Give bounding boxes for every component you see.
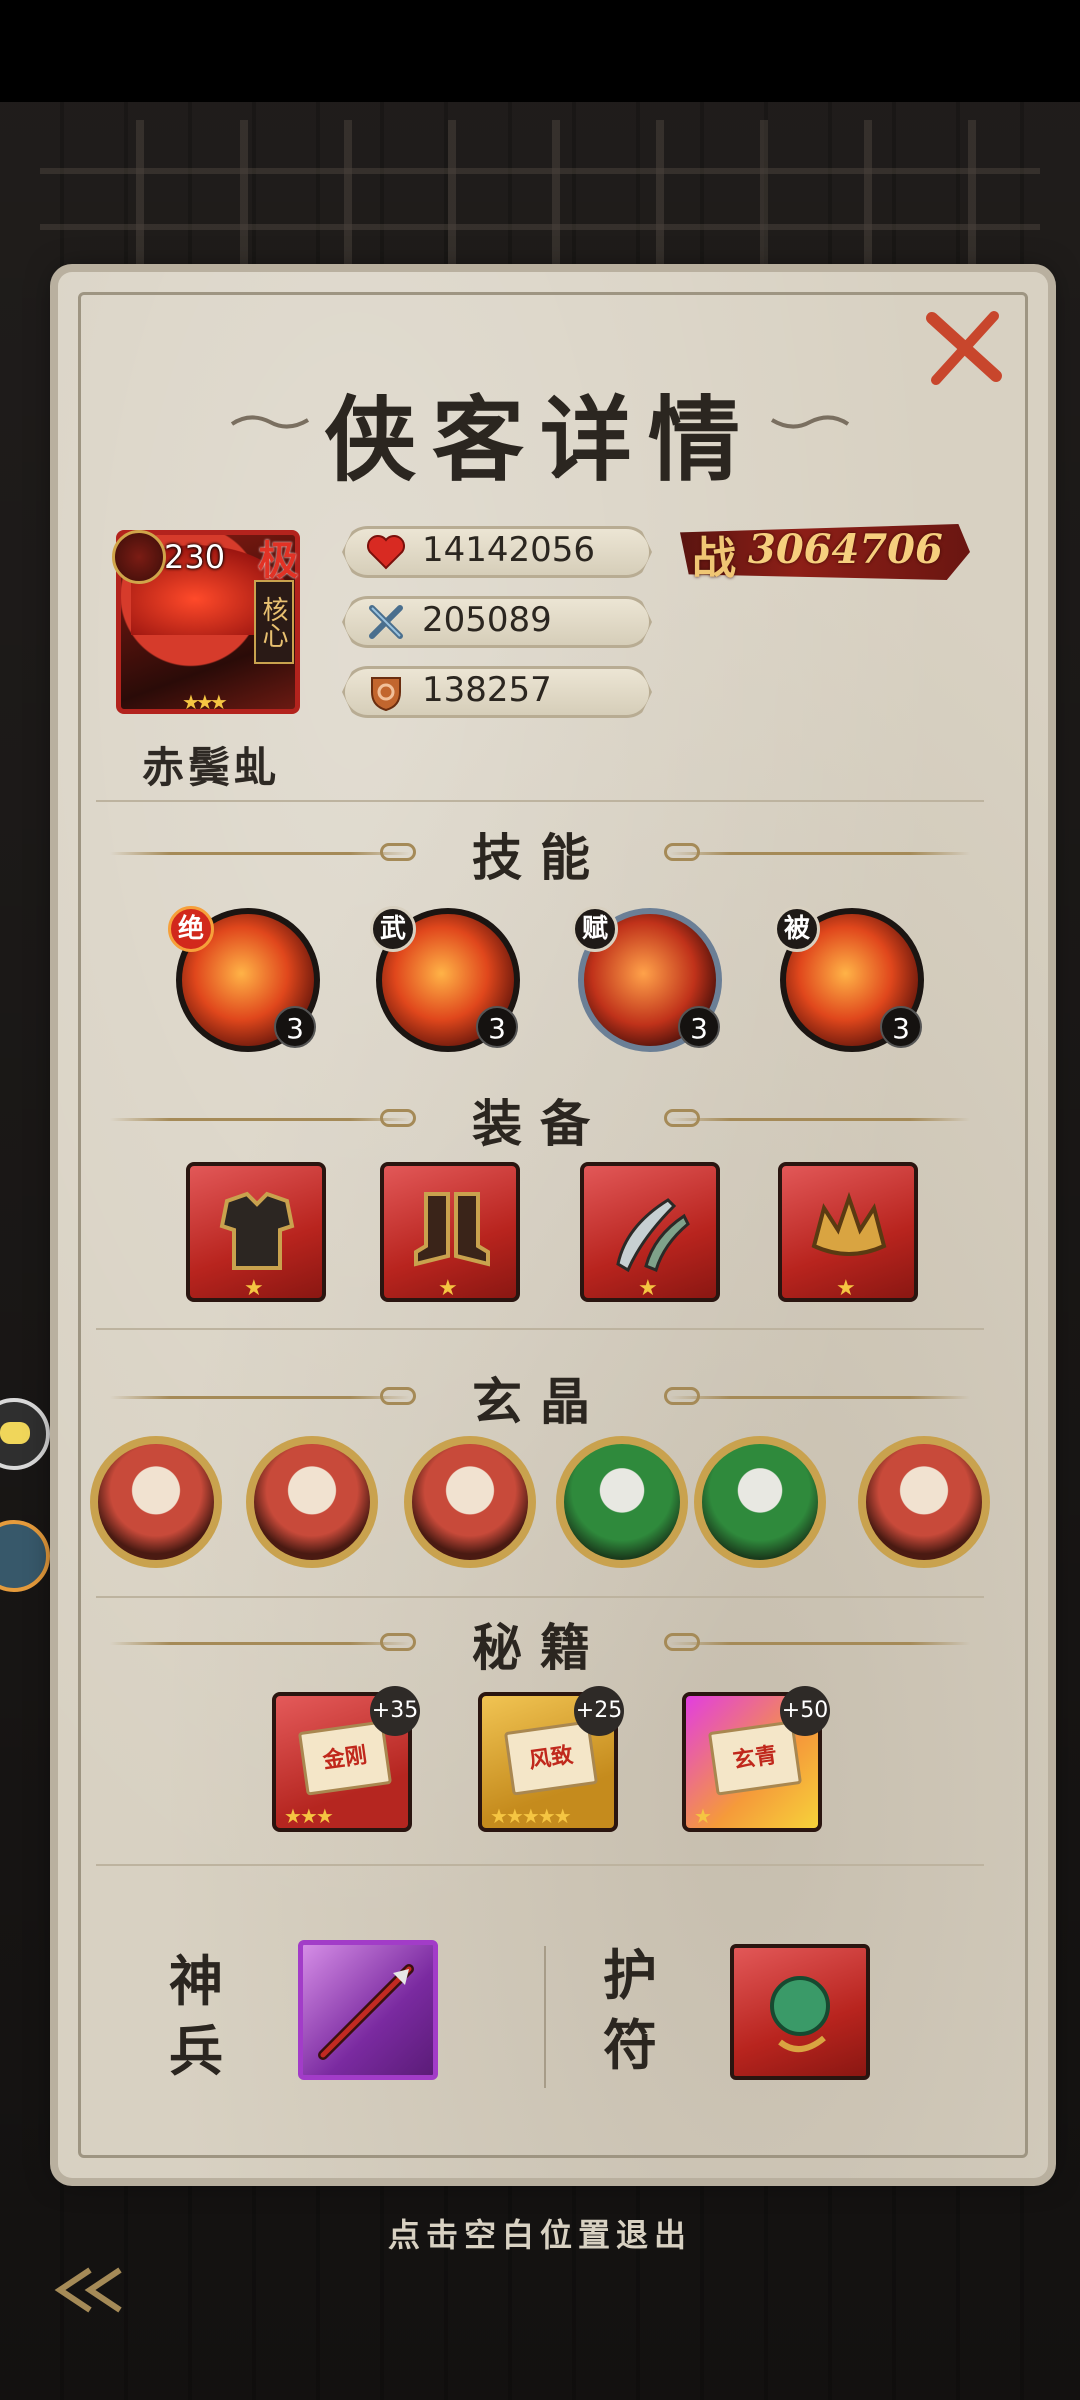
manual-title: 玄青 [707, 1720, 803, 1796]
section-line-right [670, 1642, 970, 1645]
skill-level: 3 [476, 1006, 518, 1048]
equipment-boots-slot[interactable]: ★ [380, 1162, 520, 1302]
skill-type-tag: 武 [370, 906, 416, 952]
shield-icon [371, 677, 401, 712]
manual-plus-badge: +25 [574, 1686, 624, 1736]
manual-stars: ★ [694, 1804, 712, 1828]
attack-value: 205089 [422, 600, 552, 640]
skill-level: 3 [880, 1006, 922, 1048]
crystal-slot[interactable] [858, 1436, 990, 1568]
manual-title: 金刚 [297, 1720, 393, 1796]
divine-weapon-slot[interactable] [298, 1940, 438, 2080]
equipment-helmet-slot[interactable]: ★ [778, 1162, 918, 1302]
power-value: 3064706 [748, 526, 943, 573]
boots-icon [414, 1192, 490, 1267]
equipment-star: ★ [638, 1276, 658, 1301]
section-line-right [670, 1396, 970, 1399]
section-line-right [670, 852, 970, 855]
skill-type-tag: 绝 [168, 906, 214, 952]
exit-hint: 点击空白位置退出 [387, 2216, 692, 2254]
hero-level: 230 [164, 538, 226, 576]
crossed-swords-icon [369, 605, 403, 639]
crystal-slot[interactable] [90, 1436, 222, 1568]
status-bar [0, 0, 1080, 102]
crystal-slot[interactable] [246, 1436, 378, 1568]
equipment-star: ★ [438, 1276, 458, 1301]
manual-stars: ★★★ [284, 1804, 334, 1828]
hero-stars: ★★★ [182, 690, 228, 714]
dual-blades-icon [616, 1198, 690, 1273]
background-lattice [40, 120, 1040, 280]
divider [96, 800, 984, 802]
spear-icon [318, 1964, 414, 2060]
level-badge-icon [112, 530, 166, 584]
crystal-slot[interactable] [694, 1436, 826, 1568]
hero-grade-tag: 极 [258, 537, 298, 584]
back-arrow-icon[interactable] [50, 2260, 150, 2320]
hp-value: 14142056 [422, 530, 596, 570]
divider [96, 1328, 984, 1330]
section-line-right [670, 1118, 970, 1121]
weapon-label: 神兵 [169, 1949, 223, 2083]
skill-type-tag: 赋 [572, 906, 618, 952]
title-cloud-ornament-right [770, 415, 850, 429]
hero-name: 赤鬓虬 [141, 743, 280, 792]
heart-icon [367, 535, 405, 570]
skill-level: 3 [678, 1006, 720, 1048]
equipment-armor-slot[interactable]: ★ [186, 1162, 326, 1302]
manual-plus-badge: +50 [780, 1686, 830, 1736]
dialog-title: 侠客详情 [323, 386, 756, 494]
armor-icon [219, 1191, 295, 1270]
crystal-slot[interactable] [556, 1436, 688, 1568]
equipment-star: ★ [244, 1276, 264, 1301]
vertical-divider [544, 1946, 546, 2088]
amulet-label: 护符 [603, 1943, 657, 2077]
skill-type-tag: 被 [774, 906, 820, 952]
equipment-weapon-slot[interactable]: ★ [580, 1162, 720, 1302]
divider [96, 1864, 984, 1866]
defense-value: 138257 [422, 670, 552, 710]
crystal-slot[interactable] [404, 1436, 536, 1568]
equipment-star: ★ [836, 1276, 856, 1301]
hero-core-tag: 核心 [254, 580, 294, 664]
amulet-slot[interactable] [730, 1944, 870, 2080]
skill-level: 3 [274, 1006, 316, 1048]
divider [96, 1596, 984, 1598]
jade-amulet-icon [770, 1976, 830, 2052]
crown-helmet-icon [811, 1191, 887, 1256]
manual-plus-badge: +35 [370, 1686, 420, 1736]
manual-stars: ★★★★★ [490, 1804, 572, 1828]
power-label: 战 [692, 533, 736, 584]
